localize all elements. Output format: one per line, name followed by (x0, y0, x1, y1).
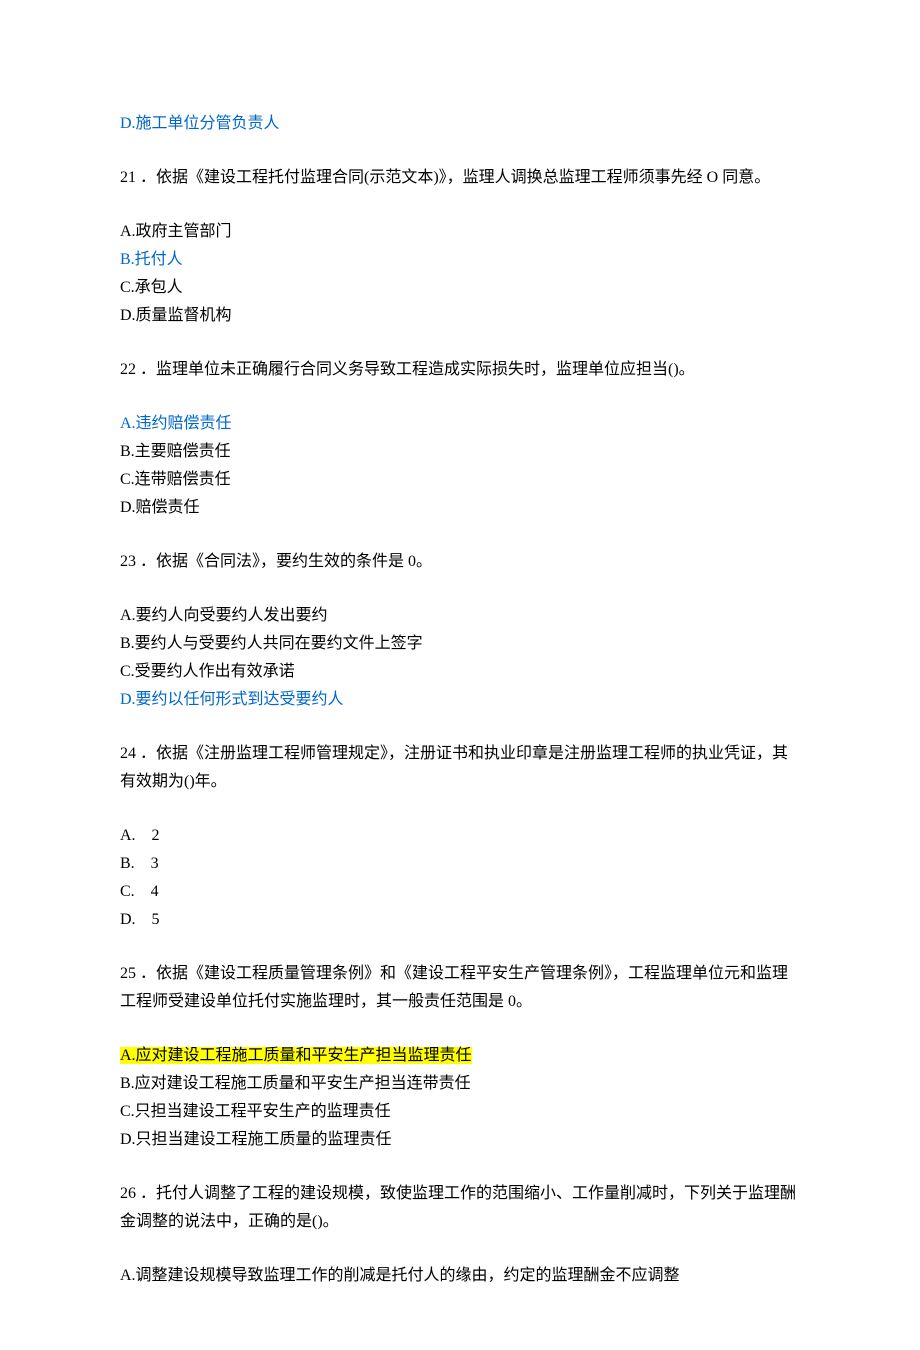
option-c: C. 4 (120, 878, 800, 906)
option-c: C.连带赔偿责任 (120, 466, 800, 494)
option-c: C.只担当建设工程平安生产的监理责任 (120, 1098, 800, 1126)
option-a: A.调整建设规模导致监理工作的削减是托付人的缘由，约定的监理酬金不应调整 (120, 1262, 800, 1290)
option-c: C.承包人 (120, 274, 800, 302)
option-a: A.应对建设工程施工质量和平安生产担当监理责任 (120, 1042, 800, 1070)
option-d: D.施工单位分管负责人 (120, 110, 800, 138)
option-a: A.违约赔偿责任 (120, 410, 800, 438)
option-a: A.政府主管部门 (120, 218, 800, 246)
option-c: C.受要约人作出有效承诺 (120, 658, 800, 686)
option-d: D.只担当建设工程施工质量的监理责任 (120, 1126, 800, 1154)
question-stem: 22 ．监理单位未正确履行合同义务导致工程造成实际损失时，监理单位应担当()。 (120, 356, 800, 384)
option-a: A. 2 (120, 822, 800, 850)
option-d: D. 5 (120, 906, 800, 934)
option-b: B.托付人 (120, 246, 800, 274)
question-stem: 21 ．依据《建设工程托付监理合同(示范文本)》，监理人调换总监理工程师须事先经… (120, 164, 800, 192)
question-stem: 23 ．依据《合同法》，要约生效的条件是 0。 (120, 548, 800, 576)
option-d: D.质量监督机构 (120, 302, 800, 330)
option-a: A.要约人向受要约人发出要约 (120, 602, 800, 630)
option-d: D.要约以任何形式到达受要约人 (120, 686, 800, 714)
option-d: D.赔偿责任 (120, 494, 800, 522)
option-b: B.主要赔偿责任 (120, 438, 800, 466)
option-b: B.应对建设工程施工质量和平安生产担当连带责任 (120, 1070, 800, 1098)
question-stem: 26 ．托付人调整了工程的建设规模，致使监理工作的范围缩小、工作量削减时，下列关… (120, 1180, 800, 1236)
option-b: B. 3 (120, 850, 800, 878)
option-b: B.要约人与受要约人共同在要约文件上签字 (120, 630, 800, 658)
question-stem: 24 ．依据《注册监理工程师管理规定》，注册证书和执业印章是注册监理工程师的执业… (120, 740, 800, 796)
highlight: A.应对建设工程施工质量和平安生产担当监理责任 (120, 1047, 472, 1064)
document-page: D.施工单位分管负责人 21 ．依据《建设工程托付监理合同(示范文本)》，监理人… (0, 0, 920, 1350)
question-stem: 25 ．依据《建设工程质量管理条例》和《建设工程平安生产管理条例》，工程监理单位… (120, 960, 800, 1016)
